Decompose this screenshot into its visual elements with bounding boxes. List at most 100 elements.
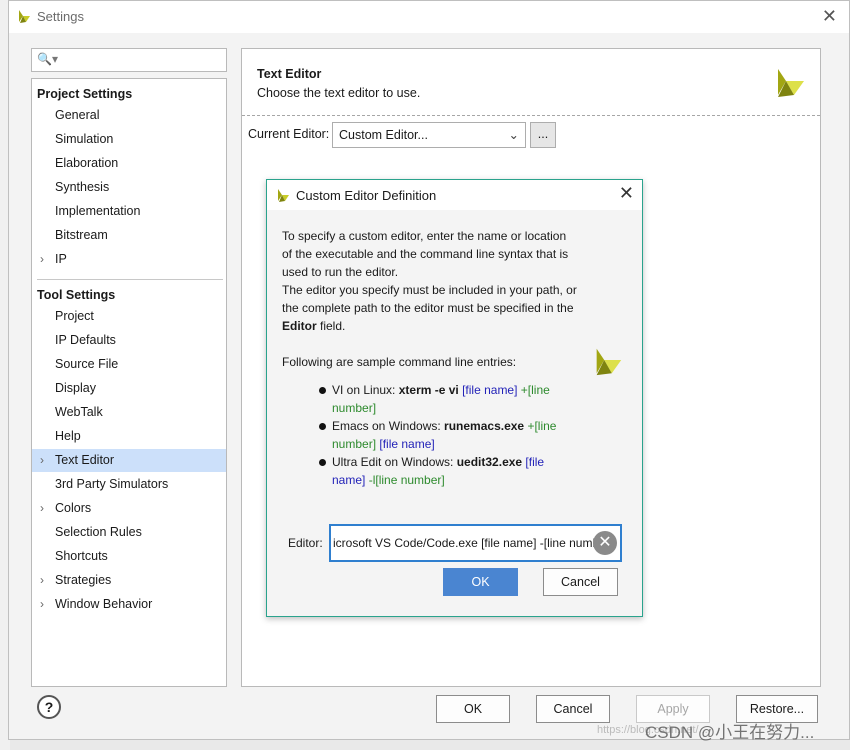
- settings-tree: Project Settings General Simulation Elabora…: [31, 78, 227, 687]
- tree-item-label: Display: [55, 381, 96, 395]
- chevron-right-icon[interactable]: ›: [40, 497, 44, 520]
- bullet-icon: [319, 423, 326, 430]
- tree-item-label: Window Behavior: [55, 597, 153, 611]
- sample-arg3: [file name]: [376, 437, 435, 451]
- editor-label: Editor:: [288, 536, 323, 550]
- panel-subtitle: Choose the text editor to use.: [257, 86, 421, 100]
- samples-heading: Following are sample command line entrie…: [282, 355, 517, 369]
- sample-prefix: Emacs on Windows:: [332, 419, 445, 433]
- tree-item-webtalk[interactable]: WebTalk: [32, 401, 226, 424]
- sample-arg3: number]: [332, 401, 377, 415]
- sample-entry: Emacs on Windows: runemacs.exe +[line num…: [332, 417, 582, 453]
- tree-item-label: Text Editor: [55, 453, 115, 467]
- chevron-down-icon: ⌄: [508, 128, 519, 142]
- vivado-logo-icon: [19, 10, 30, 23]
- tree-item-label: 3rd Party Simulators: [55, 477, 169, 491]
- tree-item-label: Bitstream: [55, 228, 108, 242]
- dialog-ok-button[interactable]: OK: [443, 568, 518, 596]
- tree-item-general[interactable]: General: [32, 104, 226, 127]
- tree-item-colors[interactable]: › Colors: [32, 497, 226, 520]
- ok-button[interactable]: OK: [436, 695, 510, 723]
- intro-line: the complete path to the editor must be …: [282, 301, 574, 315]
- field-suffix: field.: [316, 319, 346, 333]
- chevron-right-icon[interactable]: ›: [40, 449, 44, 472]
- tree-item-label: Help: [55, 429, 81, 443]
- tree-item-selection-rules[interactable]: Selection Rules: [32, 521, 226, 544]
- cancel-button[interactable]: Cancel: [536, 695, 610, 723]
- tree-item-shortcuts[interactable]: Shortcuts: [32, 545, 226, 568]
- tree-item-ip[interactable]: › IP: [32, 248, 226, 271]
- tree-item-label: Synthesis: [55, 180, 110, 194]
- sample-cmd: xterm -e vi: [398, 383, 459, 397]
- tree-item-label: General: [55, 108, 100, 122]
- chevron-right-icon[interactable]: ›: [40, 593, 44, 616]
- tree-section-header: Project Settings: [37, 87, 133, 101]
- sample-arg3: -l[line number]: [365, 473, 445, 487]
- clear-input-icon[interactable]: ✕: [593, 531, 617, 555]
- tree-item-project[interactable]: Project: [32, 305, 226, 328]
- sample-arg2: number]: [332, 437, 377, 451]
- tree-item-simulation[interactable]: Simulation: [32, 128, 226, 151]
- tree-separator: [37, 279, 223, 280]
- tree-item-label: Colors: [55, 501, 92, 515]
- current-editor-dropdown[interactable]: Custom Editor... ⌄: [332, 122, 526, 148]
- vivado-logo-icon: [778, 69, 804, 97]
- dialog-close-icon[interactable]: ✕: [619, 183, 634, 204]
- tree-item-label: IP: [55, 252, 67, 266]
- tree-item-window-behavior[interactable]: › Window Behavior: [32, 593, 226, 616]
- tree-item-implementation[interactable]: Implementation: [32, 200, 226, 223]
- current-editor-value: Custom Editor...: [339, 128, 428, 142]
- sample-arg1: +[line: [524, 419, 557, 433]
- sample-cmd: runemacs.exe: [444, 419, 525, 433]
- tree-item-label: WebTalk: [55, 405, 103, 419]
- bullet-icon: [319, 387, 326, 394]
- panel-title: Text Editor: [257, 67, 322, 81]
- tree-item-label: Source File: [55, 357, 119, 371]
- vivado-logo-icon: [596, 348, 622, 376]
- tree-item-help[interactable]: Help: [32, 425, 226, 448]
- sample-arg1: [file name]: [458, 383, 518, 397]
- search-icon: 🔍▾: [37, 52, 58, 66]
- tree-item-bitstream[interactable]: Bitstream: [32, 224, 226, 247]
- dialog-title: Custom Editor Definition: [296, 188, 437, 203]
- browse-editor-button[interactable]: ...: [530, 122, 556, 148]
- sample-arg2: name]: [332, 473, 366, 487]
- tree-item-elaboration[interactable]: Elaboration: [32, 152, 226, 175]
- tree-item-synthesis[interactable]: Synthesis: [32, 176, 226, 199]
- tree-item-label: Simulation: [55, 132, 114, 146]
- window-close-icon[interactable]: ✕: [822, 6, 837, 27]
- header-separator: [242, 115, 820, 116]
- tree-item-label: Implementation: [55, 204, 141, 218]
- settings-search-input[interactable]: 🔍▾: [31, 48, 227, 72]
- tree-item-display[interactable]: Display: [32, 377, 226, 400]
- chevron-right-icon[interactable]: ›: [40, 248, 44, 271]
- tree-item-source-file[interactable]: Source File: [32, 353, 226, 376]
- window-title: Settings: [37, 9, 84, 24]
- intro-line: The editor you specify must be included …: [282, 283, 577, 297]
- sample-arg2: +[line: [517, 383, 550, 397]
- tree-item-label: Elaboration: [55, 156, 119, 170]
- sample-prefix: Ultra Edit on Windows:: [332, 455, 457, 469]
- editor-input[interactable]: icrosoft VS Code/Code.exe [file name] -[…: [329, 524, 622, 562]
- dialog-intro-text: To specify a custom editor, enter the na…: [282, 227, 592, 335]
- dialog-cancel-button[interactable]: Cancel: [543, 568, 618, 596]
- sample-prefix: VI on Linux:: [332, 383, 399, 397]
- tree-item-ip-defaults[interactable]: IP Defaults: [32, 329, 226, 352]
- watermark: CSDN @小王在努力...: [645, 723, 815, 742]
- current-editor-label: Current Editor:: [248, 127, 330, 141]
- tree-item-3rd-party-simulators[interactable]: 3rd Party Simulators: [32, 473, 226, 496]
- tree-item-text-editor[interactable]: › Text Editor: [32, 449, 226, 472]
- tree-item-label: Strategies: [55, 573, 112, 587]
- chevron-right-icon[interactable]: ›: [40, 569, 44, 592]
- tree-item-strategies[interactable]: › Strategies: [32, 569, 226, 592]
- editor-keyword: Editor: [282, 319, 317, 333]
- intro-line: Editor field.: [282, 317, 592, 335]
- sample-cmd: uedit32.exe: [456, 455, 523, 469]
- sample-arg1: [file: [522, 455, 545, 469]
- custom-editor-dialog: Custom Editor Definition ✕ To specify a …: [266, 179, 643, 617]
- tree-item-label: Selection Rules: [55, 525, 142, 539]
- sample-entry: Ultra Edit on Windows: uedit32.exe [file…: [332, 453, 582, 489]
- help-button[interactable]: ?: [37, 695, 61, 719]
- intro-line: of the executable and the command line s…: [282, 247, 569, 261]
- dialog-title-bar: Custom Editor Definition ✕: [267, 180, 642, 210]
